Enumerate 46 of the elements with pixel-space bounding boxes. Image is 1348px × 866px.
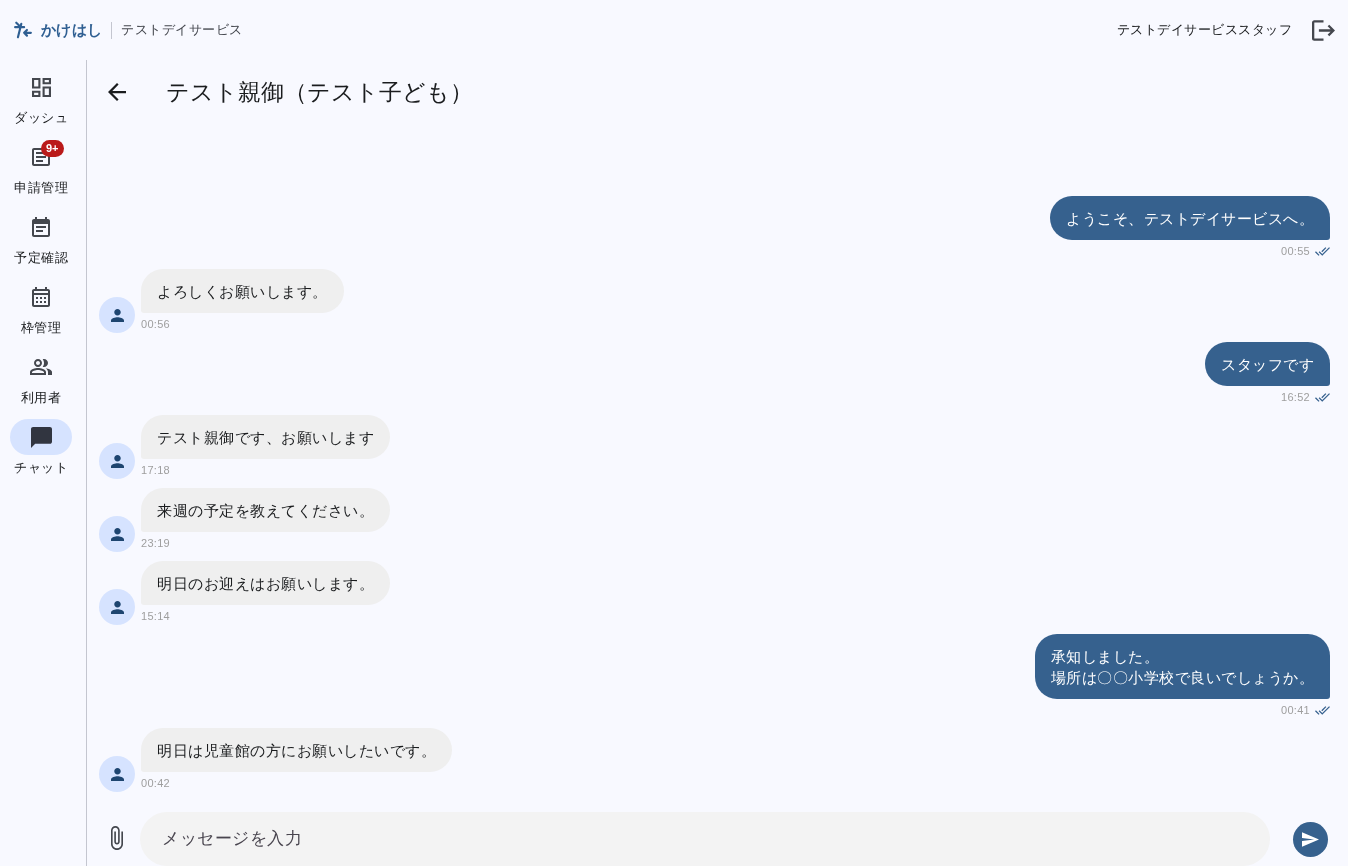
send-icon — [1302, 832, 1319, 847]
back-button[interactable] — [108, 83, 126, 101]
user-name: テストデイサービススタッフ — [1116, 21, 1292, 40]
message-time: 17:18 — [141, 463, 171, 477]
chat-title: テスト親御（テスト子ども） — [166, 77, 473, 107]
message-time: 23:19 — [141, 536, 171, 550]
message-time: 15:14 — [141, 609, 171, 623]
message-time: 00:42 — [141, 776, 171, 790]
message-time: 16:52 — [1280, 390, 1310, 404]
nav-item[interactable]: ダッシュ — [5, 69, 77, 126]
logo-icon — [14, 21, 32, 39]
message-time: 00:56 — [141, 317, 171, 331]
message-text: 明日のお迎えはお願いします。 — [157, 573, 374, 594]
avatar-icon — [99, 516, 135, 552]
avatar-icon — [99, 297, 135, 333]
app-name: かけはし — [41, 19, 103, 40]
message-text: スタッフです — [1221, 354, 1314, 375]
avatar-icon — [99, 589, 135, 625]
logout-icon — [1312, 19, 1335, 41]
message-text: 明日は児童館の方にお願いしたいです。 — [157, 740, 436, 761]
nav-item[interactable]: 利用者 — [5, 349, 77, 406]
message-text: ようこそ、テストデイサービスへ。 — [1066, 208, 1314, 229]
message-text: 来週の予定を教えてください。 — [157, 500, 374, 521]
nav-item[interactable]: 枠管理 — [5, 279, 77, 336]
nav-item[interactable]: 予定確認 — [5, 209, 77, 266]
avatar-icon — [99, 756, 135, 792]
send-button[interactable] — [1293, 822, 1328, 857]
arrow-left-icon — [108, 83, 126, 101]
message-input[interactable]: メッセージを入力 — [140, 812, 1270, 866]
chat-bubble-icon — [30, 426, 52, 448]
message-text: 承知しました。 — [1050, 646, 1159, 667]
calendar-icon — [32, 287, 50, 307]
logout-button[interactable] — [1312, 19, 1335, 41]
message-text: 場所は〇〇小学校で良いでしょうか。 — [1050, 667, 1314, 688]
avatar-icon — [99, 443, 135, 479]
service-name: テストデイサービス — [121, 21, 243, 40]
message-time: 00:41 — [1280, 703, 1310, 717]
message-text: テスト親御です、お願いします — [157, 427, 374, 448]
count-badge: 9+ — [41, 140, 64, 157]
grid-icon — [31, 77, 51, 97]
people-icon — [30, 359, 52, 375]
message-time: 00:55 — [1280, 244, 1310, 258]
paperclip-icon — [111, 826, 123, 850]
nav-item[interactable]: 9+ 申請管理 — [5, 139, 77, 196]
message-text: よろしくお願いします。 — [157, 281, 328, 302]
calendar-icon — [32, 217, 50, 237]
